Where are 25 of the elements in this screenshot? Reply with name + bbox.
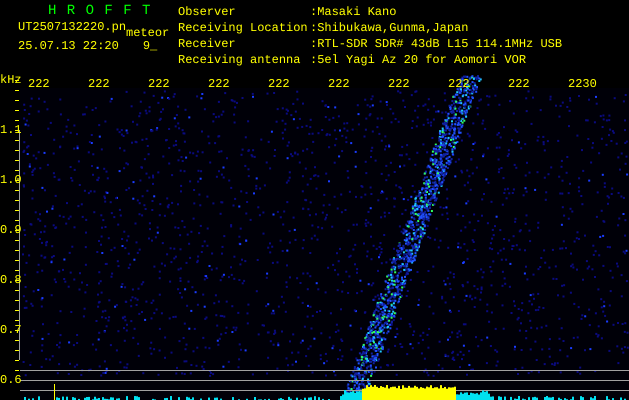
time-label: 222	[508, 78, 531, 90]
event-count: 9_	[142, 40, 158, 52]
file-name: UT2507132220.pn	[18, 21, 126, 33]
info-value: :5el Yagi Az 20 for Aomori VOR	[310, 54, 528, 69]
app-title: H R O F F T	[47, 4, 152, 18]
time-label: 2230	[568, 78, 598, 90]
info-label: Receiving antenna	[178, 54, 302, 69]
time-label: 222	[268, 78, 291, 90]
time-label: 222	[148, 78, 171, 90]
info-value: :Shibukawa,Gunma,Japan	[310, 22, 470, 37]
frequency-label: 0.6	[0, 374, 22, 386]
timestamp: 25.07.13 22:20	[18, 40, 119, 52]
info-value: :Masaki Kano	[310, 6, 398, 21]
time-label: 222	[88, 78, 111, 90]
event-type: meteor	[126, 27, 170, 39]
time-label: 222	[328, 78, 351, 90]
info-value: :RTL-SDR SDR# 43dB L15 114.1MHz USB	[310, 38, 562, 53]
frequency-label: 1.1	[0, 124, 22, 136]
info-label: Observer	[178, 6, 237, 21]
time-label: 222	[28, 78, 51, 90]
time-label: 222	[208, 78, 231, 90]
info-label: Receiver	[178, 38, 237, 53]
info-label: Receiving Location	[178, 22, 309, 37]
axis-unit: kHz	[0, 74, 22, 86]
time-label: 222	[388, 78, 411, 90]
